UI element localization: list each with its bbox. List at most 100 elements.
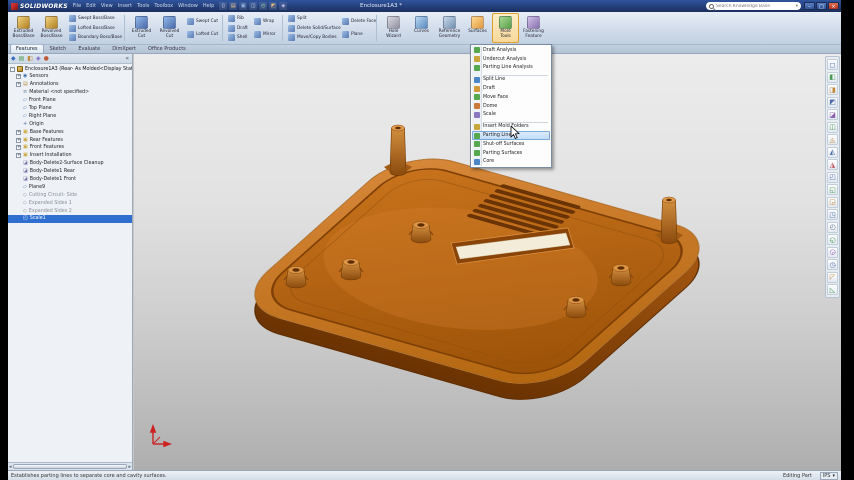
ribbon-big-button[interactable]: Fastening Feature: [520, 13, 547, 43]
ribbon-small-button[interactable]: Boundary Boss/Base: [67, 33, 122, 42]
menu-item[interactable]: Tools: [137, 3, 149, 9]
expand-toggle[interactable]: +: [16, 129, 21, 135]
expand-toggle[interactable]: [16, 161, 21, 166]
tree-item[interactable]: ◇ Expanded Sides 1: [8, 199, 132, 207]
expand-toggle[interactable]: [16, 185, 21, 190]
expand-toggle[interactable]: -: [10, 66, 15, 72]
expand-toggle[interactable]: [16, 201, 21, 206]
menu-item[interactable]: Dome: [472, 102, 550, 111]
ribbon-small-button[interactable]: Shell: [226, 33, 250, 42]
manager-tab-icon[interactable]: ▤: [19, 55, 25, 62]
right-toolbar-icon[interactable]: ◭: [827, 146, 838, 158]
menu-item[interactable]: Split Line: [472, 75, 550, 84]
tree-item[interactable]: + ▣ Front Features: [8, 144, 132, 152]
quick-access-icon[interactable]: ◫: [249, 2, 258, 10]
ribbon-big-button[interactable]: Mold Tools: [492, 13, 519, 43]
right-toolbar-icon[interactable]: ◰: [827, 171, 838, 183]
right-toolbar-icon[interactable]: ◨: [827, 84, 838, 95]
tree-item[interactable]: + ▣ Insert Installation: [8, 152, 132, 160]
menu-item[interactable]: Parting Line Analysis: [472, 64, 550, 73]
expand-toggle[interactable]: [16, 216, 21, 221]
menu-item[interactable]: Undercut Analysis: [472, 55, 550, 64]
right-toolbar-icon[interactable]: ◮: [827, 159, 838, 170]
tree-item[interactable]: ▱ Front Plane: [8, 97, 132, 105]
expand-toggle[interactable]: [16, 90, 21, 95]
right-toolbar-icon[interactable]: ◩: [827, 96, 838, 108]
menu-item[interactable]: View: [101, 3, 113, 9]
expand-toggle[interactable]: [16, 169, 21, 174]
ribbon-big-button[interactable]: Hole Wizard: [380, 13, 407, 43]
window-control-button[interactable]: □: [816, 2, 827, 10]
manager-tab-icon[interactable]: ●: [44, 55, 49, 62]
expand-toggle[interactable]: [16, 193, 21, 198]
expand-toggle[interactable]: [16, 209, 21, 214]
tree-item[interactable]: ◪ Body-Delete2-Surface Cleanup: [8, 160, 132, 168]
chevron-down-icon[interactable]: ▾: [796, 4, 798, 9]
expand-toggle[interactable]: +: [16, 137, 21, 143]
right-toolbar-icon[interactable]: ◻: [827, 59, 838, 70]
ribbon-big-button[interactable]: Revolved Cut: [156, 13, 183, 43]
tree-item[interactable]: ▱ Top Plane: [8, 105, 132, 113]
scroll-right-icon[interactable]: ▸: [128, 464, 131, 470]
tree-item[interactable]: ◇ Expanded Sides 2: [8, 207, 132, 215]
manager-tab-icon[interactable]: ◆: [11, 55, 16, 62]
right-toolbar-icon[interactable]: ◫: [827, 121, 838, 133]
ribbon-small-button[interactable]: Rib: [226, 14, 250, 23]
ribbon-big-button[interactable]: Surfaces: [464, 13, 491, 43]
right-toolbar-icon[interactable]: ◪: [827, 109, 838, 120]
ribbon-small-button[interactable]: Move/Copy Bodies: [286, 33, 338, 42]
ribbon-big-button[interactable]: Curves: [408, 13, 435, 43]
manager-tab-icon[interactable]: ◈: [36, 55, 41, 62]
ribbon-small-button[interactable]: Mirror: [252, 30, 279, 39]
tree-item[interactable]: + ▤ Annotations: [8, 81, 132, 89]
tree-item[interactable]: + ◉ Sensors: [8, 73, 132, 81]
right-toolbar-icon[interactable]: ◺: [827, 284, 838, 295]
tree-item[interactable]: + ▣ Base Features: [8, 128, 132, 136]
commandmanager-tab[interactable]: Office Products: [142, 44, 192, 53]
ribbon-small-button[interactable]: Delete Solid/Surface: [286, 24, 341, 33]
scroll-left-icon[interactable]: ◂: [9, 464, 12, 470]
ribbon-big-button[interactable]: Revolved Boss/Base: [38, 13, 65, 43]
quick-access-icon[interactable]: ▣: [239, 2, 248, 10]
ribbon-small-button[interactable]: Split: [286, 14, 338, 23]
tree-item[interactable]: ◪ Body-Delete1 Front: [8, 176, 132, 184]
scrollbar-thumb[interactable]: [12, 464, 128, 469]
expand-toggle[interactable]: [16, 114, 21, 119]
commandmanager-tab[interactable]: Features: [10, 44, 44, 53]
menu-item[interactable]: File: [73, 3, 81, 9]
right-toolbar-icon[interactable]: ◱: [827, 184, 838, 195]
search-box[interactable]: Search Knowledge Base ▾: [706, 2, 801, 10]
quick-access-icon[interactable]: ◩: [269, 2, 278, 10]
right-toolbar-icon[interactable]: ◲: [827, 196, 838, 208]
ribbon-small-button[interactable]: Lofted Boss/Base: [67, 24, 121, 33]
menu-item[interactable]: Help: [203, 3, 214, 9]
commandmanager-tab[interactable]: Sketch: [44, 44, 73, 53]
units-selector[interactable]: IPS ▾: [819, 471, 838, 480]
right-toolbar-icon[interactable]: ◷: [827, 259, 838, 270]
ribbon-big-button[interactable]: Reference Geometry: [436, 13, 463, 43]
expand-toggle[interactable]: +: [16, 82, 21, 88]
expand-toggle[interactable]: [16, 122, 21, 127]
quick-access-icon[interactable]: ▤: [229, 2, 238, 10]
menu-item[interactable]: Draft: [472, 84, 550, 93]
menu-item[interactable]: Parting Surfaces: [472, 149, 550, 158]
manager-tab-icon[interactable]: ◧: [27, 55, 33, 62]
quick-access-icon[interactable]: ▯: [219, 2, 228, 10]
ribbon-big-button[interactable]: Extruded Cut: [128, 13, 155, 43]
expand-toggle[interactable]: [16, 98, 21, 103]
ribbon-small-button[interactable]: Plane: [340, 30, 373, 39]
tree-item[interactable]: ◇ Cutting Circuit- Side: [8, 191, 132, 199]
commandmanager-tab[interactable]: DimXpert: [106, 44, 142, 53]
collapse-panel-icon[interactable]: «: [125, 55, 129, 62]
menu-item[interactable]: Scale: [472, 111, 550, 120]
expand-toggle[interactable]: +: [16, 74, 21, 80]
right-toolbar-icon[interactable]: ◶: [827, 246, 838, 258]
menu-item[interactable]: Window: [178, 3, 198, 9]
right-toolbar-icon[interactable]: ◴: [827, 221, 838, 233]
tree-item[interactable]: ▱ Right Plane: [8, 112, 132, 120]
menu-item[interactable]: Shut-off Surfaces: [472, 140, 550, 149]
tree-item[interactable]: ◰ Scale1: [8, 215, 132, 223]
expand-toggle[interactable]: [16, 177, 21, 182]
right-toolbar-icon[interactable]: ◸: [827, 271, 838, 283]
window-control-button[interactable]: –: [804, 2, 815, 10]
